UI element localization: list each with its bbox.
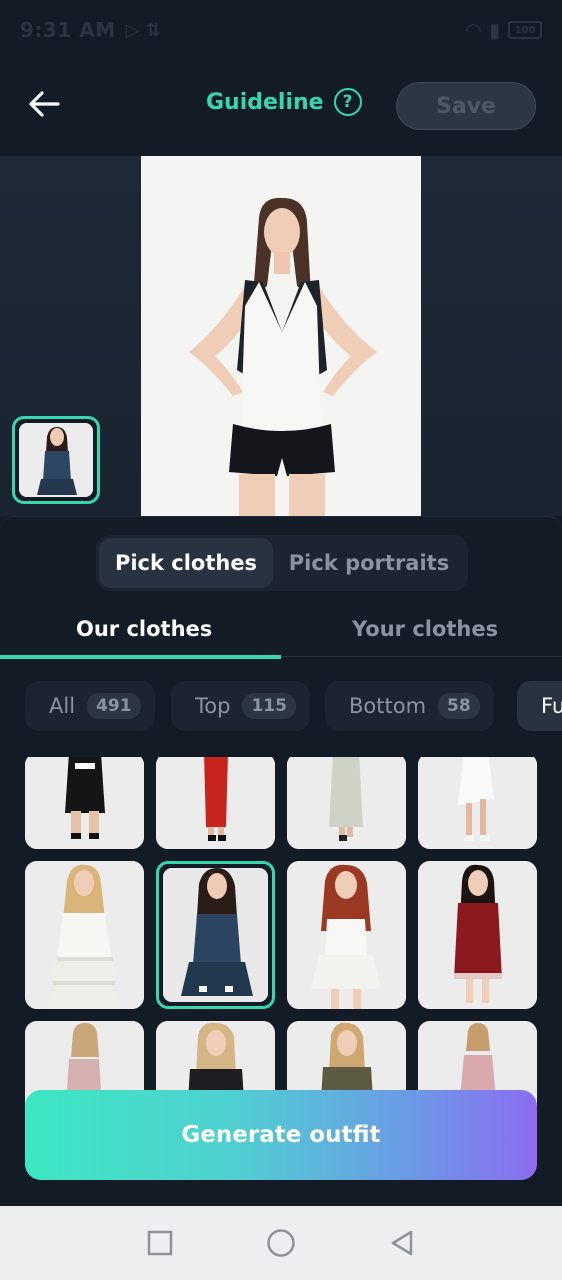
clothes-image <box>25 757 144 849</box>
tab-divider <box>281 656 562 657</box>
portrait-illustration <box>141 156 421 516</box>
status-bar: 9:31 AM ▷ ⇅ ◠ ▮ 100 <box>0 0 562 60</box>
mode-segmented-control: Pick clothes Pick portraits <box>96 535 468 591</box>
tab-our-clothes[interactable]: Our clothes <box>76 617 212 641</box>
clothes-image <box>287 861 406 1009</box>
thumbnail-illustration <box>19 423 93 497</box>
signal-icon: ▮ <box>488 18 500 42</box>
top-bar: Guideline ? Save <box>0 60 562 156</box>
active-tab-indicator <box>0 655 281 659</box>
portrait-photo <box>141 156 421 516</box>
clothes-tabs: Our clothes Your clothes <box>0 607 562 659</box>
portrait-thumbnail[interactable] <box>12 416 100 504</box>
status-right-icons: ◠ ▮ 100 <box>466 18 542 42</box>
portrait-thumbnail-image <box>19 423 93 497</box>
clothes-image <box>287 757 406 849</box>
chip-full[interactable]: Fu <box>517 681 562 731</box>
clothes-card-selected[interactable] <box>156 861 275 1009</box>
arrow-left-icon <box>29 91 60 117</box>
circle-icon <box>267 1229 295 1257</box>
clothes-card[interactable] <box>25 757 144 849</box>
help-glyph: ? <box>342 92 353 112</box>
wifi-icon: ◠ <box>465 18 481 42</box>
clothes-card[interactable] <box>418 757 537 849</box>
clothes-card[interactable] <box>156 757 275 849</box>
clothes-card[interactable] <box>418 861 537 1009</box>
status-notification-icons: ▷ ⇅ <box>125 19 161 41</box>
system-navigation-bar <box>0 1206 562 1280</box>
chip-all[interactable]: All 491 <box>25 681 155 731</box>
square-icon <box>148 1230 173 1256</box>
preview-area <box>0 156 562 516</box>
segment-pick-clothes[interactable]: Pick clothes <box>99 538 273 588</box>
system-back-button[interactable] <box>382 1223 422 1263</box>
question-circle-icon: ? <box>333 88 362 116</box>
clothes-image <box>418 861 537 1009</box>
clothes-image <box>156 757 275 849</box>
clothes-image <box>163 868 268 1002</box>
chip-label: Bottom <box>349 694 427 718</box>
chip-bottom[interactable]: Bottom 58 <box>325 681 494 731</box>
battery-icon: 100 <box>508 21 542 39</box>
home-button[interactable] <box>261 1223 301 1263</box>
chip-label: Top <box>195 694 231 718</box>
category-chips: All 491 Top 115 Bottom 58 Fu <box>0 679 562 735</box>
status-time: 9:31 AM <box>20 18 116 42</box>
chip-count: 491 <box>87 693 141 719</box>
clothes-image-frame <box>163 868 268 1002</box>
tab-your-clothes[interactable]: Your clothes <box>352 617 498 641</box>
clothes-card[interactable] <box>287 861 406 1009</box>
segment-pick-portraits[interactable]: Pick portraits <box>273 538 465 588</box>
guideline-label: Guideline <box>206 89 324 115</box>
battery-level: 100 <box>514 24 536 36</box>
clothes-card[interactable] <box>25 861 144 1009</box>
clothes-image <box>418 757 537 849</box>
guideline-link[interactable]: Guideline ? <box>206 88 362 116</box>
save-button[interactable]: Save <box>396 82 536 130</box>
chip-count: 115 <box>242 693 296 719</box>
chip-label: Fu <box>541 694 562 718</box>
chip-top[interactable]: Top 115 <box>171 681 310 731</box>
back-button[interactable] <box>22 82 66 126</box>
triangle-back-icon <box>391 1230 412 1256</box>
clothes-card[interactable] <box>287 757 406 849</box>
clothes-image <box>25 861 144 1009</box>
chip-count: 58 <box>438 693 480 719</box>
recent-apps-button[interactable] <box>140 1223 180 1263</box>
generate-outfit-button[interactable]: Generate outfit <box>25 1090 537 1180</box>
chip-label: All <box>49 694 76 718</box>
